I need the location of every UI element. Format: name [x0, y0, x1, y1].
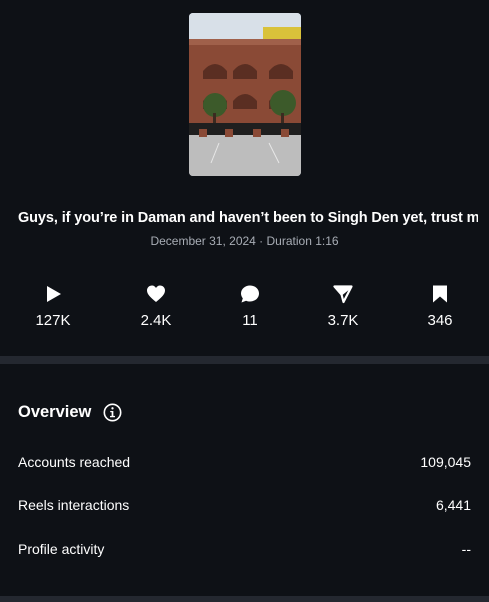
row-label: Reels interactions [18, 497, 130, 513]
reel-thumbnail[interactable] [189, 13, 301, 176]
stat-value: 3.7K [327, 312, 359, 329]
reel-insights-screen: Guys, if you’re in Daman and haven’t bee… [0, 0, 489, 602]
reel-meta: December 31, 2024 · Duration 1:16 [0, 234, 489, 248]
stat-shares: 3.7K [303, 284, 383, 329]
bottom-divider [0, 596, 489, 602]
stat-plays: 127K [13, 284, 93, 329]
row-value: -- [461, 541, 471, 557]
reel-caption: Guys, if you’re in Daman and haven’t bee… [18, 210, 478, 226]
row-value: 6,441 [435, 497, 471, 513]
stat-value: 346 [427, 312, 453, 329]
comment-icon [241, 285, 259, 303]
post-date: December 31, 2024 [150, 234, 256, 248]
row-value: 109,045 [420, 454, 471, 470]
meta-separator: · [255, 234, 267, 248]
play-icon [47, 286, 61, 302]
stat-value: 127K [35, 312, 71, 329]
building-photo [189, 13, 301, 176]
bookmark-icon [433, 285, 447, 303]
section-divider [0, 356, 489, 364]
post-duration: Duration 1:16 [266, 234, 339, 248]
stat-value: 11 [242, 312, 258, 329]
stat-saves: 346 [400, 284, 480, 329]
heart-icon [147, 285, 165, 302]
stat-comments: 11 [210, 284, 290, 329]
overview-title: Overview [18, 403, 92, 421]
row-label: Profile activity [18, 541, 105, 557]
row-label: Accounts reached [18, 454, 131, 470]
engagement-stats: 127K 2.4K 11 3.7K 346 [0, 284, 489, 334]
stat-likes: 2.4K [116, 284, 196, 329]
info-icon[interactable] [103, 403, 122, 422]
share-icon [333, 285, 353, 304]
stat-value: 2.4K [140, 312, 172, 329]
